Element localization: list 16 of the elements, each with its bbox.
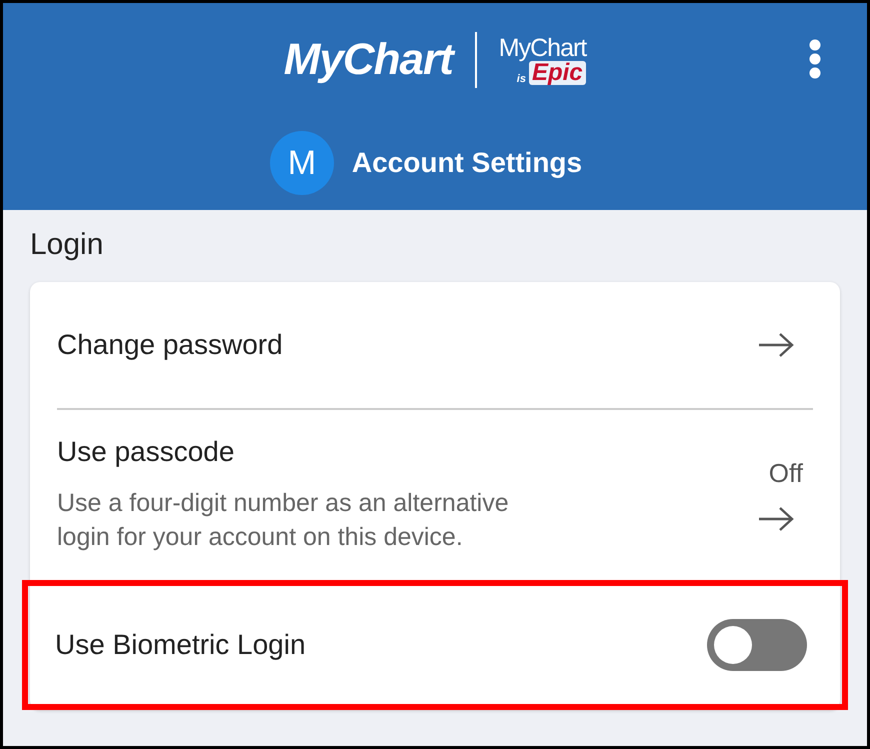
app-logo: MyChart bbox=[284, 38, 453, 82]
arrow-right-icon bbox=[757, 332, 795, 358]
more-vertical-icon bbox=[809, 39, 821, 79]
section-title: Login bbox=[30, 230, 104, 260]
partner-logo: MyChart is Epic bbox=[498, 36, 586, 84]
settings-row[interactable]: Use passcode Use a four-digit number as an alternative login for your account on this device. Off bbox=[30, 410, 840, 578]
row-description: Use a four-digit number as an alternative login for your account on this device. bbox=[57, 488, 510, 553]
row-label: Use Biometric Login bbox=[55, 628, 306, 662]
page-title: Account Settings bbox=[352, 146, 582, 180]
avatar: M bbox=[270, 131, 334, 195]
arrow-right-icon bbox=[757, 506, 795, 532]
toggle-switch[interactable] bbox=[707, 619, 807, 671]
row-value: Off bbox=[768, 460, 803, 486]
row-label: Use passcode bbox=[57, 438, 236, 466]
settings-row[interactable]: Change password bbox=[30, 282, 840, 408]
row-label: Change password bbox=[57, 331, 283, 359]
